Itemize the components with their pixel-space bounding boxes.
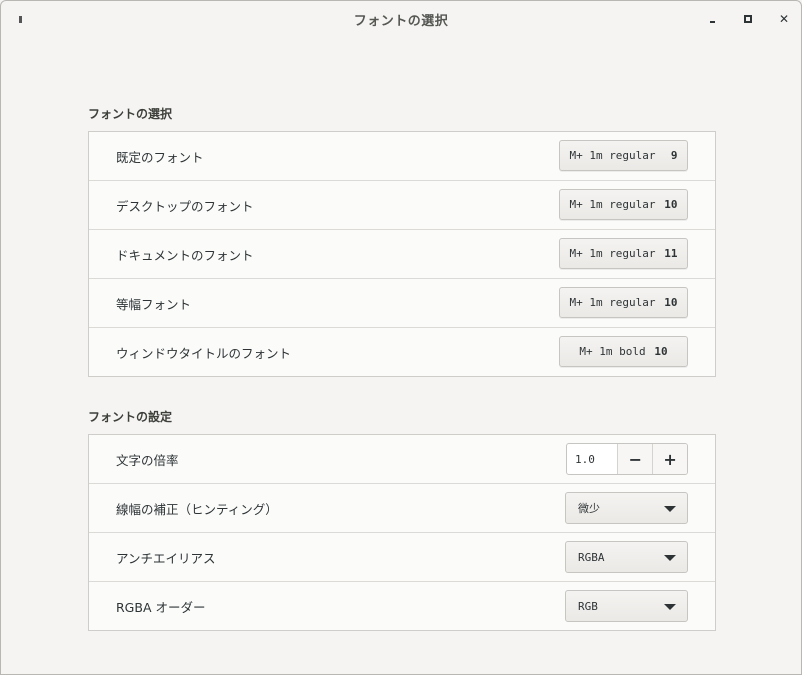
list-row-monospace-font: 等幅フォント M+ 1m regular 10 [89, 279, 715, 328]
list-row-document-font: ドキュメントのフォント M+ 1m regular 11 [89, 230, 715, 279]
font-settings-list: 文字の倍率 1.0 − + 線幅の補正（ヒンティング） 微少 アンチエイリアス … [88, 434, 716, 631]
chevron-down-icon [664, 604, 676, 610]
decrease-button[interactable]: − [617, 444, 653, 474]
hinting-dropdown[interactable]: 微少 [565, 492, 688, 524]
antialiasing-dropdown[interactable]: RGBA [565, 541, 688, 573]
list-row-window-title-font: ウィンドウタイトルのフォント M+ 1m bold 10 [89, 328, 715, 376]
dropdown-value: 微少 [578, 502, 600, 515]
section-title-font-settings: フォントの設定 [88, 410, 173, 424]
list-row-rgba-order: RGBA オーダー RGB [89, 582, 715, 630]
font-selection-list: 既定のフォント M+ 1m regular 9 デスクトップのフォント M+ 1… [88, 131, 716, 377]
row-label: アンチエイリアス [116, 550, 216, 566]
scaling-value-input[interactable]: 1.0 [567, 444, 617, 474]
window-title: フォントの選択 [353, 13, 449, 29]
row-label: デスクトップのフォント [116, 198, 254, 214]
default-font-button[interactable]: M+ 1m regular 9 [559, 140, 688, 171]
chevron-down-icon [664, 506, 676, 512]
row-label: ウィンドウタイトルのフォント [116, 345, 292, 361]
list-row-scaling: 文字の倍率 1.0 − + [89, 435, 715, 484]
row-label: 線幅の補正（ヒンティング） [116, 501, 278, 517]
row-label: 既定のフォント [116, 149, 204, 165]
dropdown-value: RGBA [578, 550, 605, 564]
dropdown-value: RGB [578, 599, 598, 613]
font-name: M+ 1m regular [569, 149, 656, 162]
font-size: 10 [664, 296, 678, 309]
menu-icon[interactable] [15, 13, 25, 25]
document-font-button[interactable]: M+ 1m regular 11 [559, 238, 688, 269]
font-name: M+ 1m regular [569, 247, 656, 260]
desktop-font-button[interactable]: M+ 1m regular 10 [559, 189, 688, 220]
font-name: M+ 1m regular [569, 198, 656, 211]
font-name: M+ 1m regular [569, 296, 656, 309]
list-row-antialiasing: アンチエイリアス RGBA [89, 533, 715, 582]
row-label: 文字の倍率 [116, 452, 179, 468]
row-label: ドキュメントのフォント [116, 247, 254, 263]
row-label: RGBA オーダー [116, 599, 206, 615]
increase-button[interactable]: + [652, 444, 687, 474]
scaling-spinbutton: 1.0 − + [566, 443, 688, 475]
minimize-icon[interactable] [704, 11, 720, 27]
row-label: 等幅フォント [116, 296, 192, 312]
section-title-font-selection: フォントの選択 [88, 107, 173, 121]
font-size: 10 [654, 345, 668, 358]
rgba-order-dropdown[interactable]: RGB [565, 590, 688, 622]
main-window: フォントの選択 ✕ フォントの選択 既定のフォント M+ 1m regular … [0, 0, 802, 675]
window-title-font-button[interactable]: M+ 1m bold 10 [559, 336, 688, 367]
titlebar: フォントの選択 ✕ [1, 1, 801, 37]
close-icon[interactable]: ✕ [776, 11, 792, 27]
list-row-hinting: 線幅の補正（ヒンティング） 微少 [89, 484, 715, 533]
list-row-desktop-font: デスクトップのフォント M+ 1m regular 10 [89, 181, 715, 230]
list-row-default-font: 既定のフォント M+ 1m regular 9 [89, 132, 715, 181]
font-size: 9 [670, 149, 678, 162]
maximize-icon[interactable] [740, 11, 756, 27]
monospace-font-button[interactable]: M+ 1m regular 10 [559, 287, 688, 318]
font-size: 11 [664, 247, 678, 260]
font-size: 10 [664, 198, 678, 211]
font-name: M+ 1m bold [579, 345, 646, 358]
chevron-down-icon [664, 555, 676, 561]
